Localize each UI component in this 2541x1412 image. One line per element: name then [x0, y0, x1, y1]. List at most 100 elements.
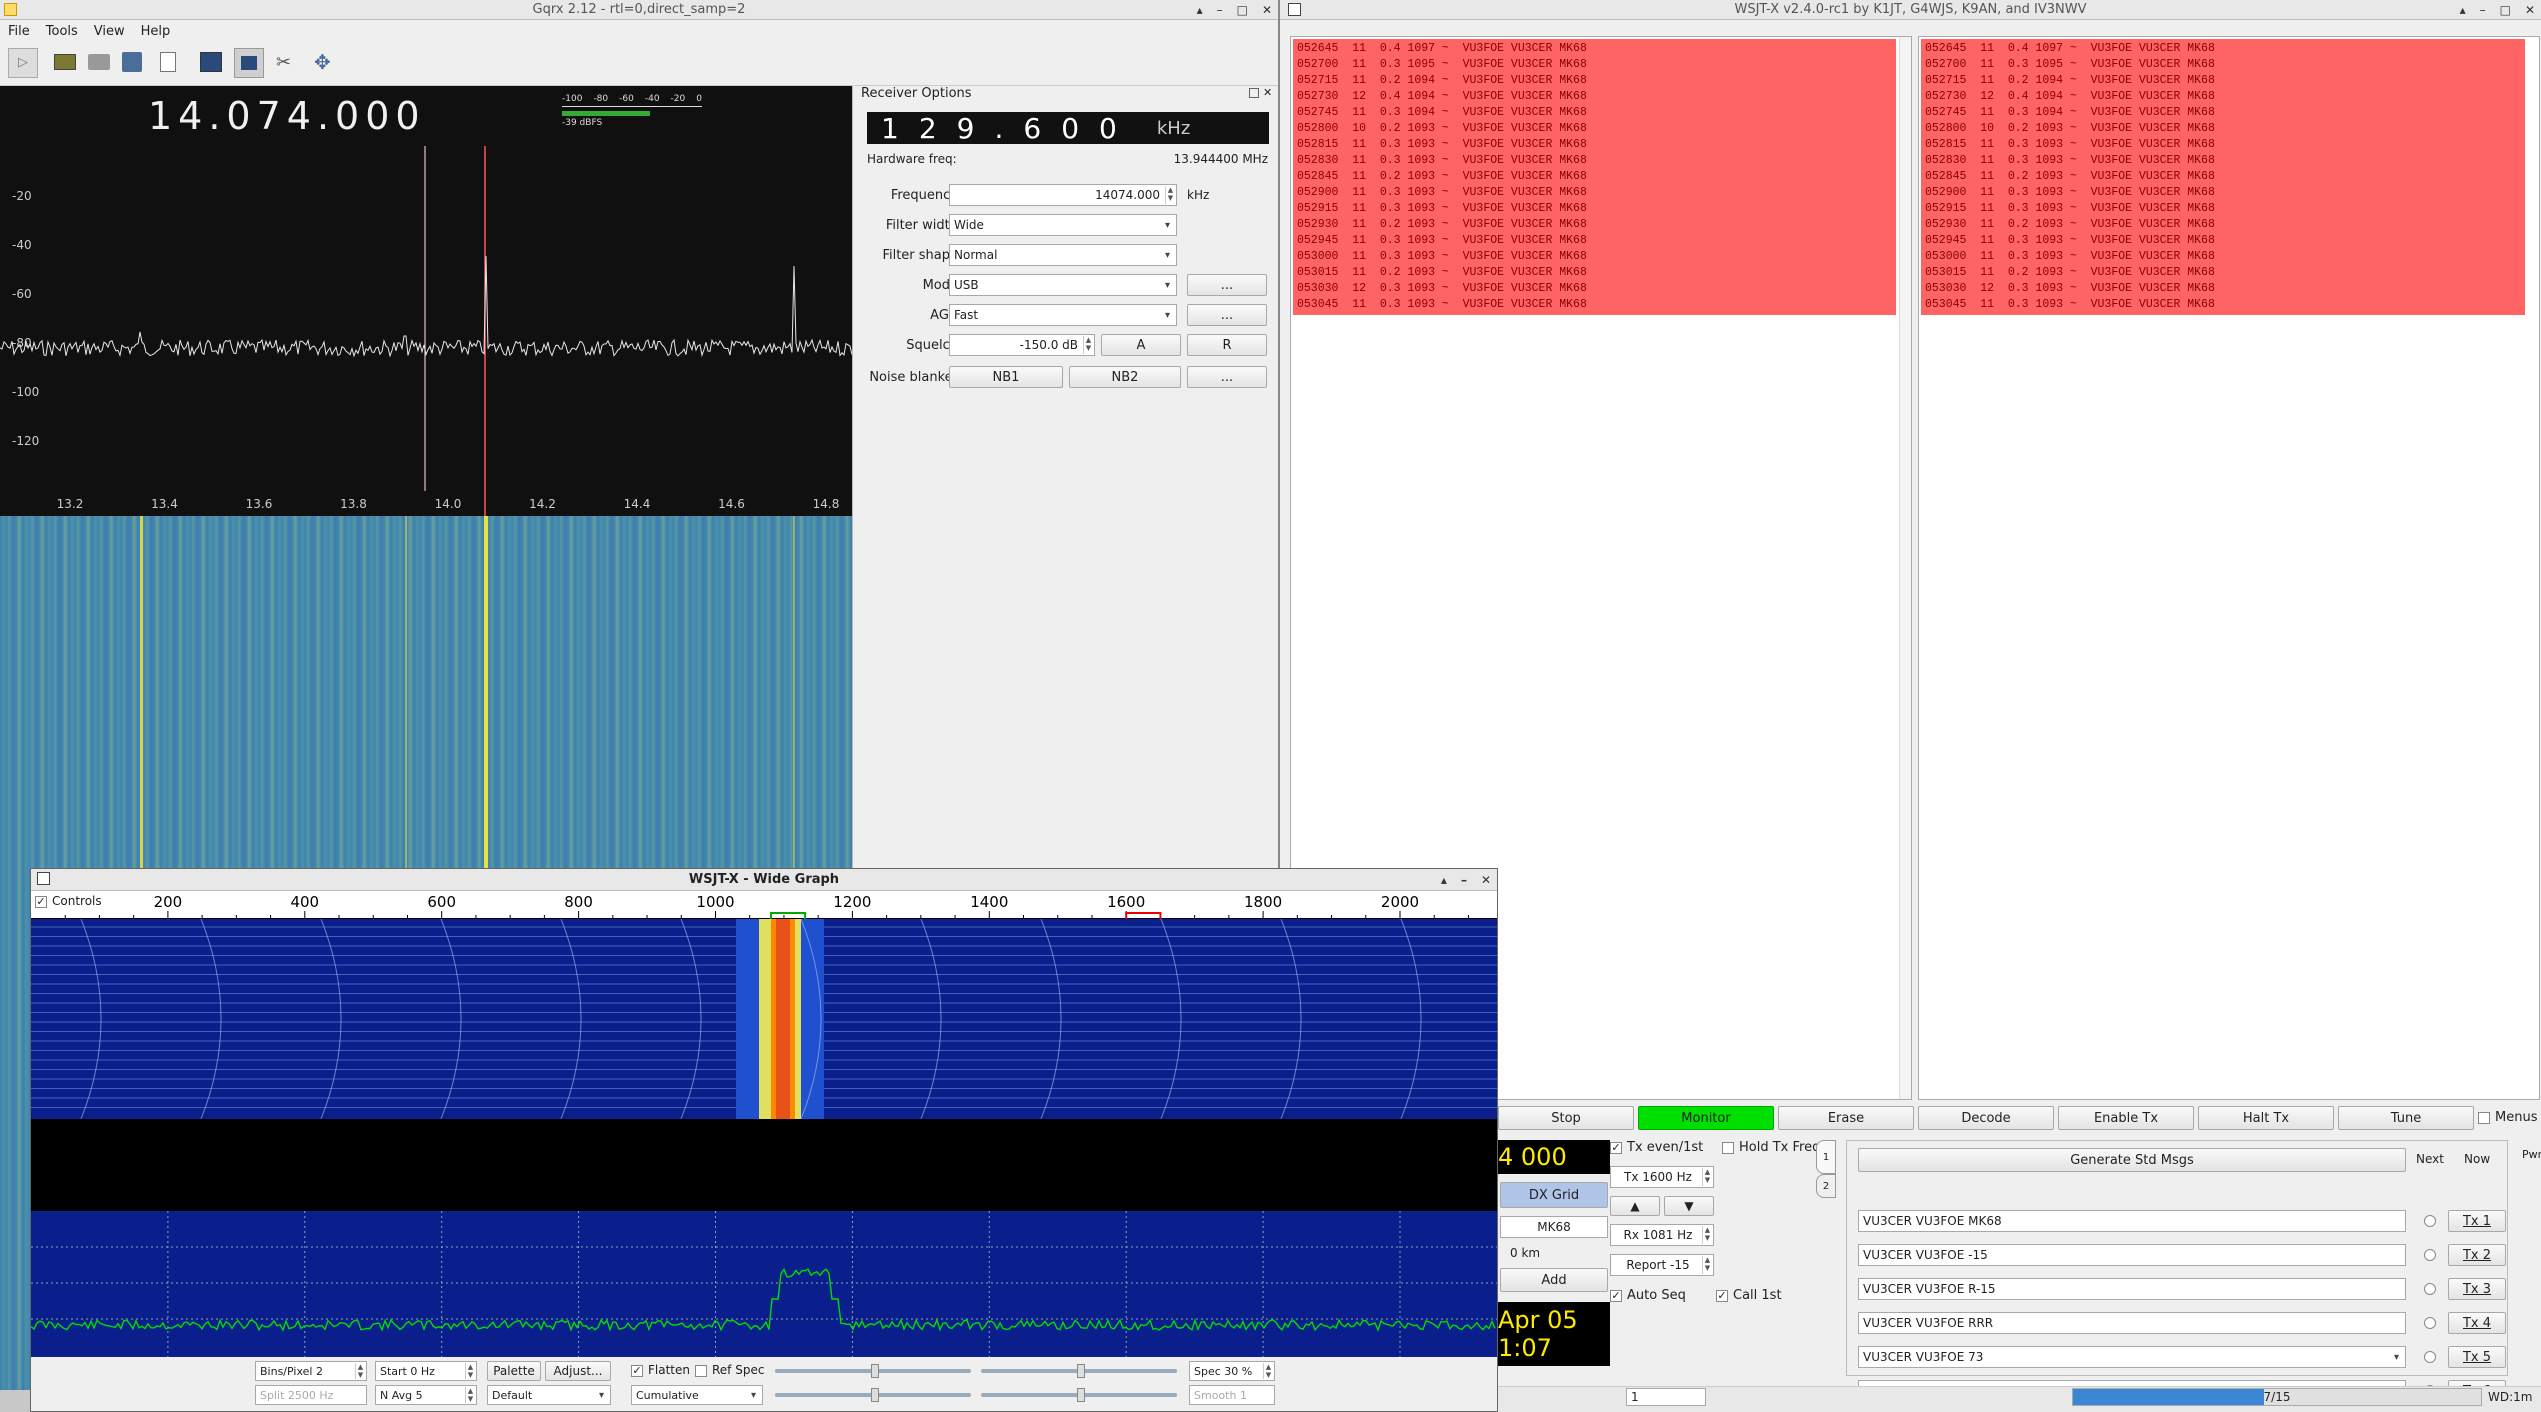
add-button[interactable]: Add — [1500, 1268, 1608, 1292]
decode-line[interactable]: 052815 11 0.3 1093 ~ VU3FOE VU3CER MK68 — [1297, 137, 1892, 153]
decode-line[interactable]: 053000 11 0.3 1093 ~ VU3FOE VU3CER MK68 — [1925, 249, 2521, 265]
decode-line[interactable]: 053045 11 0.3 1093 ~ VU3FOE VU3CER MK68 — [1925, 297, 2521, 313]
wide-graph-titlebar[interactable]: WSJT-X - Wide Graph ▴ – ✕ — [31, 869, 1497, 891]
offset-digit[interactable]: 2 — [919, 112, 937, 145]
decode-line[interactable]: 052730 12 0.4 1094 ~ VU3FOE VU3CER MK68 — [1297, 89, 1892, 105]
decode-line[interactable]: 052815 11 0.3 1093 ~ VU3FOE VU3CER MK68 — [1925, 137, 2521, 153]
next-radio[interactable] — [2424, 1317, 2436, 1329]
decode-line[interactable]: 052745 11 0.3 1094 ~ VU3FOE VU3CER MK68 — [1925, 105, 2521, 121]
decode-line[interactable]: 052645 11 0.4 1097 ~ VU3FOE VU3CER MK68 — [1297, 41, 1892, 57]
menus-checkbox[interactable]: Menus — [2478, 1110, 2537, 1125]
monitor-button[interactable]: Monitor — [1638, 1106, 1774, 1130]
filter-shape-select[interactable]: Normal — [949, 244, 1177, 266]
bins-per-pixel-spinbox[interactable]: Bins/Pixel 2 ▲ ▼ — [255, 1361, 367, 1381]
offset-display[interactable]: 1 2 9 . 6 0 0 kHz — [867, 112, 1269, 145]
decode-line[interactable]: 052945 11 0.3 1093 ~ VU3FOE VU3CER MK68 — [1297, 233, 1892, 249]
decode-line[interactable]: 052700 11 0.3 1095 ~ VU3FOE VU3CER MK68 — [1925, 57, 2521, 73]
dx-grid-input[interactable]: MK68 — [1500, 1216, 1608, 1238]
filter-width-select[interactable]: Wide — [949, 214, 1177, 236]
auto-seq-checkbox[interactable]: ✓ Auto Seq — [1610, 1288, 1686, 1303]
spec-spinbox[interactable]: Spec 30 % ▲ ▼ — [1189, 1361, 1275, 1381]
gain-slider[interactable] — [775, 1364, 971, 1378]
mode-options-button[interactable]: ... — [1187, 274, 1267, 296]
start-dsp-icon[interactable]: ▷ — [8, 48, 38, 78]
decode-line[interactable]: 052900 11 0.3 1093 ~ VU3FOE VU3CER MK68 — [1925, 185, 2521, 201]
frequency-input[interactable]: 14074.000 ▲ ▼ — [949, 184, 1177, 206]
agc-select[interactable]: Fast — [949, 304, 1177, 326]
tools-icon[interactable]: ✂ — [276, 52, 291, 73]
decode-line[interactable]: 052745 11 0.3 1094 ~ VU3FOE VU3CER MK68 — [1297, 105, 1892, 121]
gqrx-titlebar[interactable]: Gqrx 2.12 - rtl=0,direct_samp=2 ▴ – □ ✕ — [0, 0, 1278, 20]
dock-close-icon[interactable]: ✕ — [1263, 86, 1272, 99]
decode-line[interactable]: 052930 11 0.2 1093 ~ VU3FOE VU3CER MK68 — [1297, 217, 1892, 233]
rx-freq-spinbox[interactable]: Rx 1081 Hz ▲ ▼ — [1610, 1224, 1714, 1246]
menu-view[interactable]: View — [94, 24, 125, 39]
shade-icon[interactable]: ▴ — [1197, 3, 1203, 17]
tx-message-field[interactable]: VU3CER VU3FOE -15 — [1858, 1244, 2406, 1266]
minimize-icon[interactable]: – — [1461, 873, 1467, 887]
decode-line[interactable]: 053030 12 0.3 1093 ~ VU3FOE VU3CER MK68 — [1925, 281, 2521, 297]
palette-select[interactable]: Default — [487, 1385, 611, 1405]
fft-settings-icon[interactable] — [200, 52, 222, 72]
stop-button[interactable]: Stop — [1498, 1106, 1634, 1130]
fullscreen-icon[interactable]: ✥ — [314, 50, 331, 74]
decode-line[interactable]: 052900 11 0.3 1093 ~ VU3FOE VU3CER MK68 — [1297, 185, 1892, 201]
next-radio[interactable] — [2424, 1249, 2436, 1261]
tx-down-button[interactable]: ▼ — [1664, 1196, 1714, 1216]
bookmark-icon[interactable] — [160, 52, 176, 72]
message-tab-2[interactable]: 2 — [1816, 1174, 1836, 1198]
dx-grid-button[interactable]: DX Grid — [1500, 1182, 1608, 1208]
erase-button[interactable]: Erase — [1778, 1106, 1914, 1130]
halt-tx-button[interactable]: Halt Tx — [2198, 1106, 2334, 1130]
open-folder-icon[interactable] — [88, 54, 110, 70]
tx-now-button[interactable]: Tx 1 — [2448, 1210, 2506, 1232]
tx-up-button[interactable]: ▲ — [1610, 1196, 1660, 1216]
decode-line[interactable]: 052945 11 0.3 1093 ~ VU3FOE VU3CER MK68 — [1925, 233, 2521, 249]
menu-file[interactable]: File — [8, 24, 30, 39]
close-icon[interactable]: ✕ — [2525, 3, 2535, 17]
decode-line[interactable]: 052800 10 0.2 1093 ~ VU3FOE VU3CER MK68 — [1925, 121, 2521, 137]
tx-message-field[interactable]: VU3CER VU3FOE R-15 — [1858, 1278, 2406, 1300]
decode-line[interactable]: 053015 11 0.2 1093 ~ VU3FOE VU3CER MK68 — [1925, 265, 2521, 281]
gain2-slider[interactable] — [775, 1388, 971, 1402]
decode-line[interactable]: 052830 11 0.3 1093 ~ VU3FOE VU3CER MK68 — [1297, 153, 1892, 169]
tx-freq-spinbox[interactable]: Tx 1600 Hz ▲ ▼ — [1610, 1166, 1714, 1188]
minimize-icon[interactable]: – — [2480, 3, 2486, 17]
zero-slider[interactable] — [981, 1364, 1177, 1378]
tx-message-field[interactable]: VU3CER VU3FOE 73 — [1858, 1346, 2406, 1368]
decode-line[interactable]: 052715 11 0.2 1094 ~ VU3FOE VU3CER MK68 — [1297, 73, 1892, 89]
dock-float-icon[interactable] — [1249, 88, 1259, 98]
navg-spinbox[interactable]: N Avg 5 ▲ ▼ — [375, 1385, 477, 1405]
decode-line[interactable]: 052730 12 0.4 1094 ~ VU3FOE VU3CER MK68 — [1925, 89, 2521, 105]
wide-graph-waterfall[interactable] — [31, 919, 1497, 1119]
wsjtx-titlebar[interactable]: WSJT-X v2.4.0-rc1 by K1JT, G4WJS, K9AN, … — [1280, 0, 2541, 20]
next-radio[interactable] — [2424, 1351, 2436, 1363]
next-radio[interactable] — [2424, 1215, 2436, 1227]
close-icon[interactable]: ✕ — [1262, 3, 1272, 17]
tx-message-field[interactable]: VU3CER VU3FOE RRR — [1858, 1312, 2406, 1334]
decode-line[interactable]: 052645 11 0.4 1097 ~ VU3FOE VU3CER MK68 — [1925, 41, 2521, 57]
squelch-input[interactable]: -150.0 dB ▲ ▼ — [949, 334, 1095, 356]
hold-tx-checkbox[interactable]: Hold Tx Freq — [1722, 1140, 1820, 1155]
offset-digit[interactable]: 6 — [1023, 112, 1041, 145]
decode-line[interactable]: 052930 11 0.2 1093 ~ VU3FOE VU3CER MK68 — [1925, 217, 2521, 233]
nb2-button[interactable]: NB2 — [1069, 366, 1181, 388]
decode-line[interactable]: 052700 11 0.3 1095 ~ VU3FOE VU3CER MK68 — [1297, 57, 1892, 73]
decode-line[interactable]: 053030 12 0.3 1093 ~ VU3FOE VU3CER MK68 — [1297, 281, 1892, 297]
rx-frequency-pane[interactable]: 052645 11 0.4 1097 ~ VU3FOE VU3CER MK68 0… — [1918, 36, 2540, 1100]
device-icon[interactable] — [54, 54, 76, 70]
decode-line[interactable]: 052915 11 0.3 1093 ~ VU3FOE VU3CER MK68 — [1925, 201, 2521, 217]
save-icon[interactable] — [122, 52, 142, 72]
maximize-icon[interactable]: □ — [2500, 3, 2511, 17]
decode-line[interactable]: 053000 11 0.3 1093 ~ VU3FOE VU3CER MK68 — [1297, 249, 1892, 265]
flatten-checkbox[interactable]: ✓ Flatten — [631, 1363, 690, 1377]
tx-even-checkbox[interactable]: ✓ Tx even/1st — [1610, 1140, 1703, 1155]
smooth-spinbox[interactable]: Smooth 1 — [1189, 1385, 1275, 1405]
shade-icon[interactable]: ▴ — [2460, 3, 2466, 17]
band-activity-scrollbar[interactable] — [1899, 37, 1911, 1099]
offset-digit[interactable]: 0 — [1061, 112, 1079, 145]
decode-line[interactable]: 053015 11 0.2 1093 ~ VU3FOE VU3CER MK68 — [1297, 265, 1892, 281]
nb1-button[interactable]: NB1 — [949, 366, 1063, 388]
menu-help[interactable]: Help — [141, 24, 171, 39]
tx-now-button[interactable]: Tx 2 — [2448, 1244, 2506, 1266]
